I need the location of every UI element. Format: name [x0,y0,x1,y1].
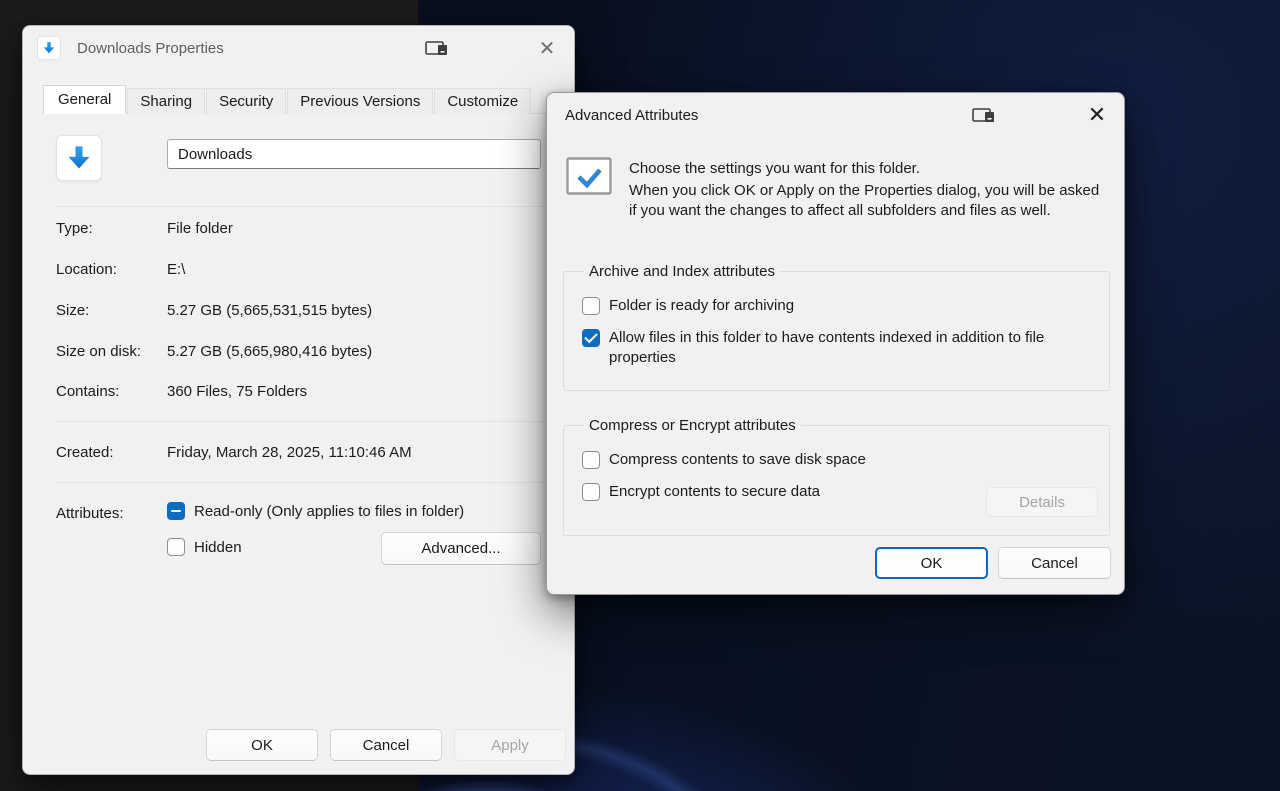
contains-row: Contains: 360 Files, 75 Folders [56,382,307,402]
size-label: Size: [56,301,167,321]
type-row: Type: File folder [56,219,233,239]
size-on-disk-row: Size on disk: 5.27 GB (5,665,980,416 byt… [56,342,372,362]
advanced-attributes-dialog: Advanced Attributes ✕ Choose the setting… [546,92,1125,595]
compress-encrypt-legend: Compress or Encrypt attributes [584,417,801,434]
indexing-label: Allow files in this folder to have conte… [609,328,1089,368]
apply-button[interactable]: Apply [454,729,566,761]
ok-button[interactable]: OK [206,729,318,761]
tab-sharing[interactable]: Sharing [127,88,205,114]
contains-value: 360 Files, 75 Folders [167,382,307,402]
size-value: 5.27 GB (5,665,531,515 bytes) [167,301,372,321]
attributes-label: Attributes: [56,504,167,524]
tab-general[interactable]: General [43,85,126,114]
size-on-disk-value: 5.27 GB (5,665,980,416 bytes) [167,342,372,362]
compress-checkbox[interactable] [582,451,600,469]
download-arrow-icon [65,144,93,172]
type-value: File folder [167,219,233,239]
properties-dialog-title: Downloads Properties [77,40,224,57]
properties-titlebar[interactable]: Downloads Properties ✕ [23,26,574,70]
folder-name-input[interactable] [167,139,541,169]
compress-encrypt-group: Compress or Encrypt attributes Compress … [563,417,1110,536]
advanced-dialog-title: Advanced Attributes [565,107,698,124]
tab-security[interactable]: Security [206,88,286,114]
hidden-label: Hidden [194,539,242,556]
divider [56,206,563,207]
downloads-properties-dialog: Downloads Properties ✕ General Sharing S… [22,25,575,775]
properties-tabstrip: General Sharing Security Previous Versio… [43,85,532,114]
divider [56,421,563,422]
contains-label: Contains: [56,382,167,402]
indexing-checkbox-row: Allow files in this folder to have conte… [582,328,1095,368]
hidden-checkbox-row: Hidden [167,538,242,556]
close-icon[interactable]: ✕ [1078,95,1116,135]
archive-index-group: Archive and Index attributes Folder is r… [563,263,1110,391]
readonly-checkbox[interactable] [167,502,185,520]
touch-keyboard-icon [425,39,451,62]
size-on-disk-label: Size on disk: [56,342,167,362]
folder-icon-tile [56,135,102,181]
readonly-checkbox-row: Read-only (Only applies to files in fold… [167,502,464,520]
location-label: Location: [56,260,167,280]
location-row: Location: E:\ [56,260,185,280]
encrypt-label: Encrypt contents to secure data [609,482,820,502]
advanced-intro-line1: Choose the settings you want for this fo… [629,159,920,179]
created-row: Created: Friday, March 28, 2025, 11:10:4… [56,443,412,463]
advanced-titlebar[interactable]: Advanced Attributes ✕ [547,93,1124,137]
archive-index-legend: Archive and Index attributes [584,263,780,280]
compress-label: Compress contents to save disk space [609,450,866,470]
size-row: Size: 5.27 GB (5,665,531,515 bytes) [56,301,372,321]
details-button[interactable]: Details [986,487,1098,517]
divider [56,482,563,483]
tab-previous-versions[interactable]: Previous Versions [287,88,433,114]
archiving-checkbox-row: Folder is ready for archiving [582,296,1095,316]
cancel-button[interactable]: Cancel [330,729,442,761]
encrypt-checkbox[interactable] [582,483,600,501]
location-value: E:\ [167,260,185,280]
advanced-cancel-button[interactable]: Cancel [998,547,1111,579]
advanced-button[interactable]: Advanced... [381,532,541,565]
window-check-icon [566,157,612,200]
download-folder-icon [37,36,61,60]
touch-keyboard-icon [972,106,998,129]
created-label: Created: [56,443,167,463]
type-label: Type: [56,219,167,239]
indexing-checkbox[interactable] [582,329,600,347]
advanced-intro-line2: When you click OK or Apply on the Proper… [629,181,1107,221]
created-value: Friday, March 28, 2025, 11:10:46 AM [167,443,412,463]
compress-checkbox-row: Compress contents to save disk space [582,450,1095,470]
tab-customize[interactable]: Customize [434,88,531,114]
archiving-checkbox[interactable] [582,297,600,315]
close-icon[interactable]: ✕ [528,28,566,68]
readonly-label: Read-only (Only applies to files in fold… [194,503,464,520]
attributes-label-row: Attributes: [56,504,167,524]
hidden-checkbox[interactable] [167,538,185,556]
advanced-ok-button[interactable]: OK [875,547,988,579]
archiving-label: Folder is ready for archiving [609,296,794,316]
